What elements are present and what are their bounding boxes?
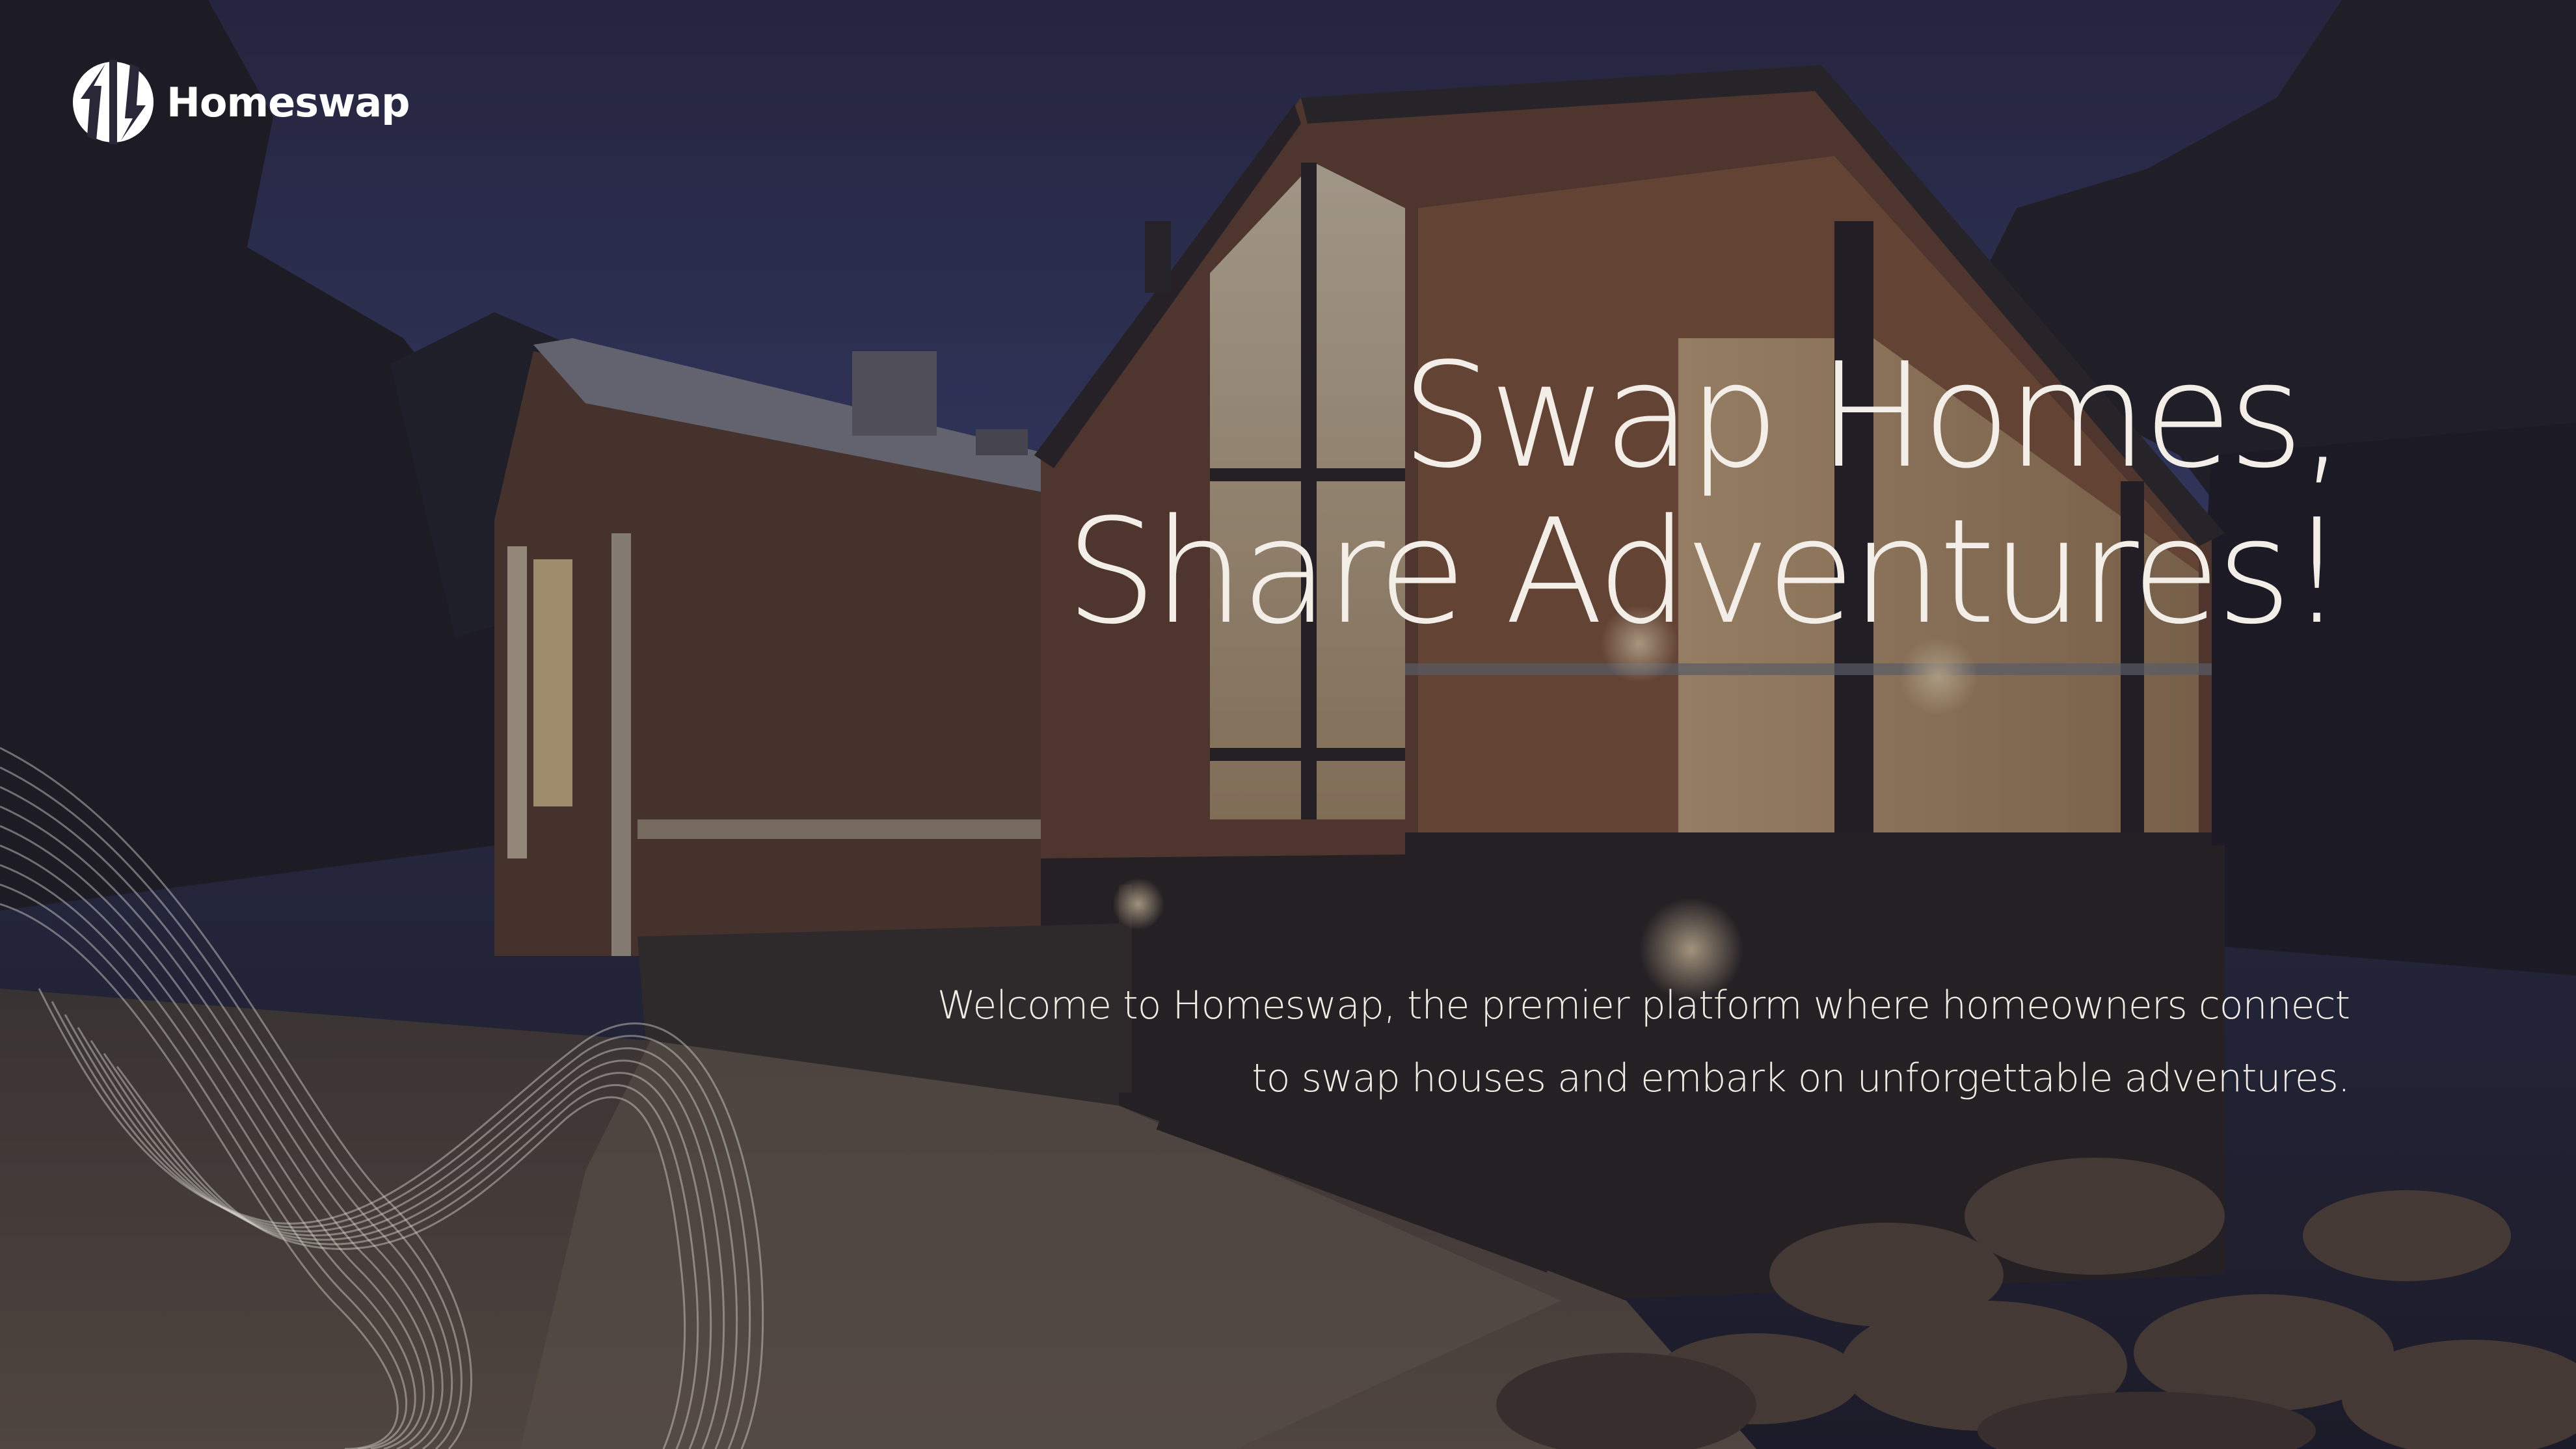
description-line-1: Welcome to Homeswap, the premier platfor… [937, 983, 2350, 1028]
description-line-2: to swap houses and embark on unforgettab… [1252, 1056, 2350, 1101]
headline-line-2: Share Adventures! [1065, 488, 2346, 656]
hero-headline: Swap Homes, Share Adventures! [911, 332, 2346, 656]
homeswap-arrows-icon [73, 60, 154, 144]
landing-page: Homeswap Swap Homes, Share Adventures! W… [0, 0, 2576, 1449]
brand-name: Homeswap [167, 78, 410, 126]
brand-logo[interactable]: Homeswap [68, 60, 410, 144]
headline-line-1: Swap Homes, [1401, 332, 2346, 500]
hero-background-image [0, 0, 2576, 1449]
hero-description: Welcome to Homeswap, the premier platfor… [853, 969, 2350, 1115]
